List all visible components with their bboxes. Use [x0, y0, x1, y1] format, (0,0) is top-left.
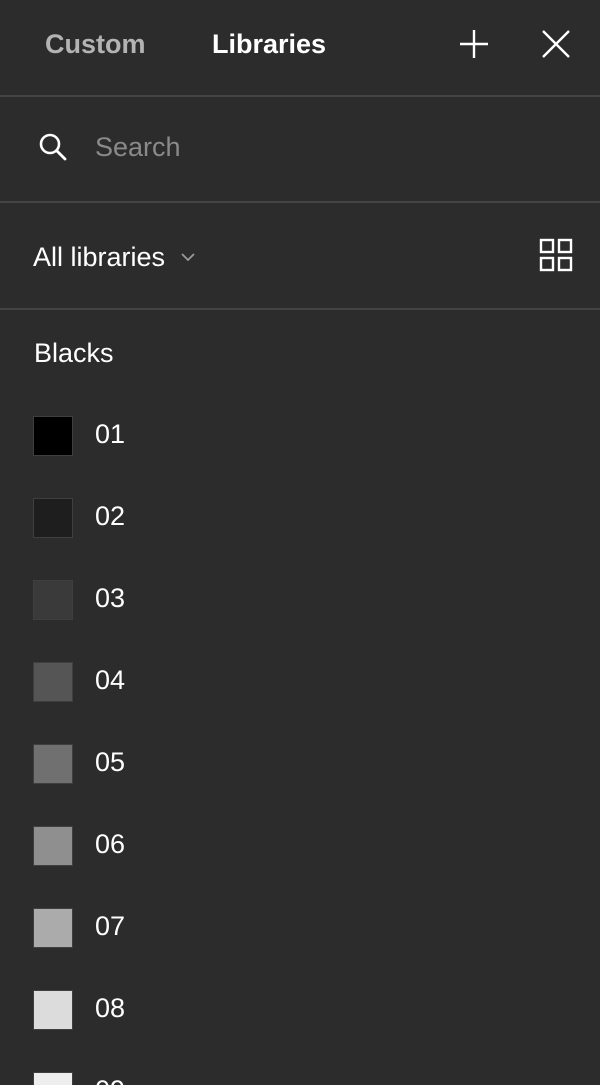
search-bar — [0, 97, 600, 203]
color-swatch — [33, 990, 73, 1030]
color-style-item[interactable]: 03 — [0, 580, 600, 662]
library-filter-row: All libraries — [0, 203, 600, 310]
color-swatch — [33, 826, 73, 866]
color-style-item[interactable]: 05 — [0, 744, 600, 826]
color-style-label: 08 — [95, 993, 126, 1023]
color-style-item[interactable]: 08 — [0, 990, 600, 1072]
chevron-down-icon — [179, 248, 197, 266]
color-swatch — [33, 1072, 73, 1085]
color-style-item[interactable]: 01 — [0, 416, 600, 498]
color-style-item[interactable]: 07 — [0, 908, 600, 990]
color-style-label: 02 — [95, 501, 126, 531]
color-style-label: 03 — [95, 583, 126, 613]
panel-header: Custom Libraries — [0, 0, 600, 97]
color-style-item[interactable]: 09 — [0, 1072, 600, 1085]
color-swatch — [33, 416, 73, 456]
library-dropdown-label: All libraries — [33, 241, 166, 272]
color-style-label: 04 — [95, 665, 126, 695]
close-button[interactable] — [538, 26, 574, 62]
search-icon — [37, 131, 69, 163]
grid-view-button[interactable] — [538, 237, 574, 273]
plus-icon — [456, 26, 492, 62]
color-swatch — [33, 498, 73, 538]
color-swatch — [33, 744, 73, 784]
color-style-item[interactable]: 02 — [0, 498, 600, 580]
add-button[interactable] — [456, 26, 492, 62]
tab-libraries[interactable]: Libraries — [212, 27, 326, 61]
color-swatch — [33, 662, 73, 702]
color-style-label: 01 — [95, 419, 126, 449]
color-style-label: 05 — [95, 747, 126, 777]
color-swatch — [33, 908, 73, 948]
section-title: Blacks — [34, 338, 114, 368]
color-style-item[interactable]: 04 — [0, 662, 600, 744]
color-style-label: 06 — [95, 829, 126, 859]
color-swatch — [33, 580, 73, 620]
search-input[interactable] — [95, 127, 565, 167]
tab-custom[interactable]: Custom — [45, 27, 146, 61]
color-style-label: 07 — [95, 911, 126, 941]
grid-view-icon — [538, 237, 574, 273]
color-style-item[interactable]: 06 — [0, 826, 600, 908]
close-icon — [538, 26, 574, 62]
library-dropdown[interactable]: All libraries — [33, 239, 197, 275]
color-style-label: 09 — [95, 1075, 125, 1085]
